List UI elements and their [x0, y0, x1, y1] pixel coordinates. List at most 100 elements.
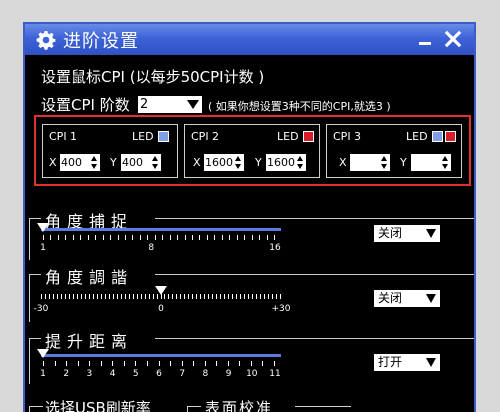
slider-tick: [193, 361, 195, 366]
angle-snap-slider-thumb[interactable]: [37, 223, 49, 232]
dropdown-value: 关闭: [378, 226, 403, 240]
cpi-3-y-spinbox[interactable]: [411, 154, 451, 171]
slider-tick: [43, 235, 44, 240]
spin-value: 400: [122, 156, 143, 169]
slider-tick: [102, 235, 104, 240]
cpi-3-x-spinbox[interactable]: [350, 154, 390, 171]
slider-tick: [124, 235, 126, 240]
lift-distance-slider-thumb[interactable]: [37, 349, 49, 358]
slider-scale-label: 0: [158, 304, 164, 314]
angle-tune-slider-thumb[interactable]: [155, 286, 167, 295]
cpi-2-y-spinbox[interactable]: 1600: [266, 154, 306, 171]
led-color-swatch[interactable]: [445, 131, 456, 142]
x-label: X: [339, 156, 347, 169]
group-border: [295, 406, 351, 407]
angle-tune-dropdown[interactable]: 关闭: [374, 290, 440, 307]
close-button[interactable]: [442, 29, 464, 49]
slider-scale-label: 3: [86, 369, 93, 379]
chevron-down-icon: [426, 294, 436, 303]
slider-tick: [239, 361, 241, 366]
cpi-2-x-spinbox[interactable]: 1600: [204, 154, 244, 171]
spin-arrows-icon[interactable]: [381, 156, 388, 169]
slider-tick: [72, 235, 74, 240]
slider-tick: [50, 235, 52, 240]
slider-tick: [139, 235, 141, 240]
slider-scale-label: 1: [40, 369, 46, 379]
slider-tick: [274, 361, 275, 366]
slider-tick: [66, 361, 68, 366]
surface-calibration-title: 表面校准: [203, 397, 276, 412]
spin-arrows-icon[interactable]: [297, 156, 304, 169]
slider-tick: [262, 361, 264, 366]
spin-arrows-icon[interactable]: [91, 156, 98, 169]
group-border: [187, 406, 201, 407]
slider-tick: [236, 235, 238, 240]
slider-tick: [266, 235, 268, 240]
slider-tick: [251, 235, 253, 240]
lift-distance-dropdown[interactable]: 打开: [374, 354, 440, 371]
led-color-swatch[interactable]: [432, 131, 443, 142]
cpi-levels-note: ( 如果你想设置3种不同的CPI,就选3 ): [208, 100, 391, 113]
angle-snap-slider-track[interactable]: [41, 228, 281, 231]
group-border: [29, 338, 30, 384]
cpi-card-title: CPI 1: [49, 130, 78, 143]
slider-tick: [229, 235, 231, 240]
slider-tick: [181, 361, 183, 366]
group-border: [29, 406, 30, 412]
cpi-1-y-spinbox[interactable]: 400: [121, 154, 161, 171]
cpi-heading: 设置鼠标CPI (以每步50CPI计数 ): [41, 68, 265, 86]
slider-tick: [206, 235, 208, 240]
group-border: [29, 274, 30, 322]
spin-arrows-icon[interactable]: [235, 156, 242, 169]
slider-tick: [214, 235, 216, 240]
slider-tick: [65, 235, 67, 240]
slider-scale-label: 10: [246, 369, 258, 379]
slider-scale-label: 16: [269, 243, 281, 253]
slider-scale-label: -30: [33, 304, 49, 314]
cpi-settings-highlight: CPI 1 LED X 400 Y 400 CPI 2 LED X 1600 Y…: [34, 115, 471, 186]
led-color-swatch[interactable]: [158, 131, 169, 142]
slider-tick: [95, 235, 97, 240]
slider-tick: [117, 235, 119, 240]
slider-tick: [57, 235, 59, 240]
angle-snap-dropdown[interactable]: 关闭: [374, 225, 440, 242]
y-label: Y: [110, 156, 117, 169]
slider-tick: [169, 235, 171, 240]
spin-arrows-icon[interactable]: [152, 156, 159, 169]
cpi-levels-select[interactable]: 2: [138, 96, 202, 113]
slider-tick: [158, 361, 160, 366]
lift-distance-title: 提升距离: [41, 328, 138, 352]
slider-scale-label: 9: [225, 369, 232, 379]
spin-value: 1600: [267, 156, 295, 169]
chevron-down-icon: [426, 229, 436, 238]
slider-tick: [184, 235, 186, 240]
cpi-levels-label: 设置CPI 阶数: [41, 96, 130, 114]
window-title: 进阶设置: [63, 30, 139, 52]
cpi-card-1: CPI 1 LED X 400 Y 400: [42, 124, 178, 178]
angle-snap-ticks: [43, 235, 275, 240]
slider-tick: [110, 235, 112, 240]
led-color-swatch[interactable]: [303, 131, 314, 142]
slider-scale-label: 2: [63, 369, 70, 379]
lift-distance-slider-track[interactable]: [41, 354, 281, 357]
cpi-1-x-spinbox[interactable]: 400: [60, 154, 100, 171]
slider-tick: [154, 235, 156, 240]
minimize-button[interactable]: [414, 29, 436, 49]
slider-tick: [221, 235, 223, 240]
slider-tick: [274, 235, 275, 240]
slider-scale-label: 1: [40, 243, 46, 253]
dropdown-value: 打开: [378, 355, 403, 369]
group-border: [187, 406, 188, 412]
slider-scale-label: 8: [148, 243, 155, 253]
group-border: [155, 338, 474, 339]
slider-scale-label: 4: [109, 369, 116, 379]
slider-tick: [227, 361, 229, 366]
slider-tick: [199, 235, 201, 240]
title-bar: 进阶设置: [25, 24, 474, 55]
slider-tick: [250, 361, 252, 366]
cpi-levels-value: 2: [140, 97, 149, 112]
lift-distance-ticks: [43, 361, 275, 366]
y-label: Y: [400, 156, 407, 169]
cpi-card-2: CPI 2 LED X 1600 Y 1600: [184, 124, 320, 178]
spin-arrows-icon[interactable]: [442, 156, 449, 169]
